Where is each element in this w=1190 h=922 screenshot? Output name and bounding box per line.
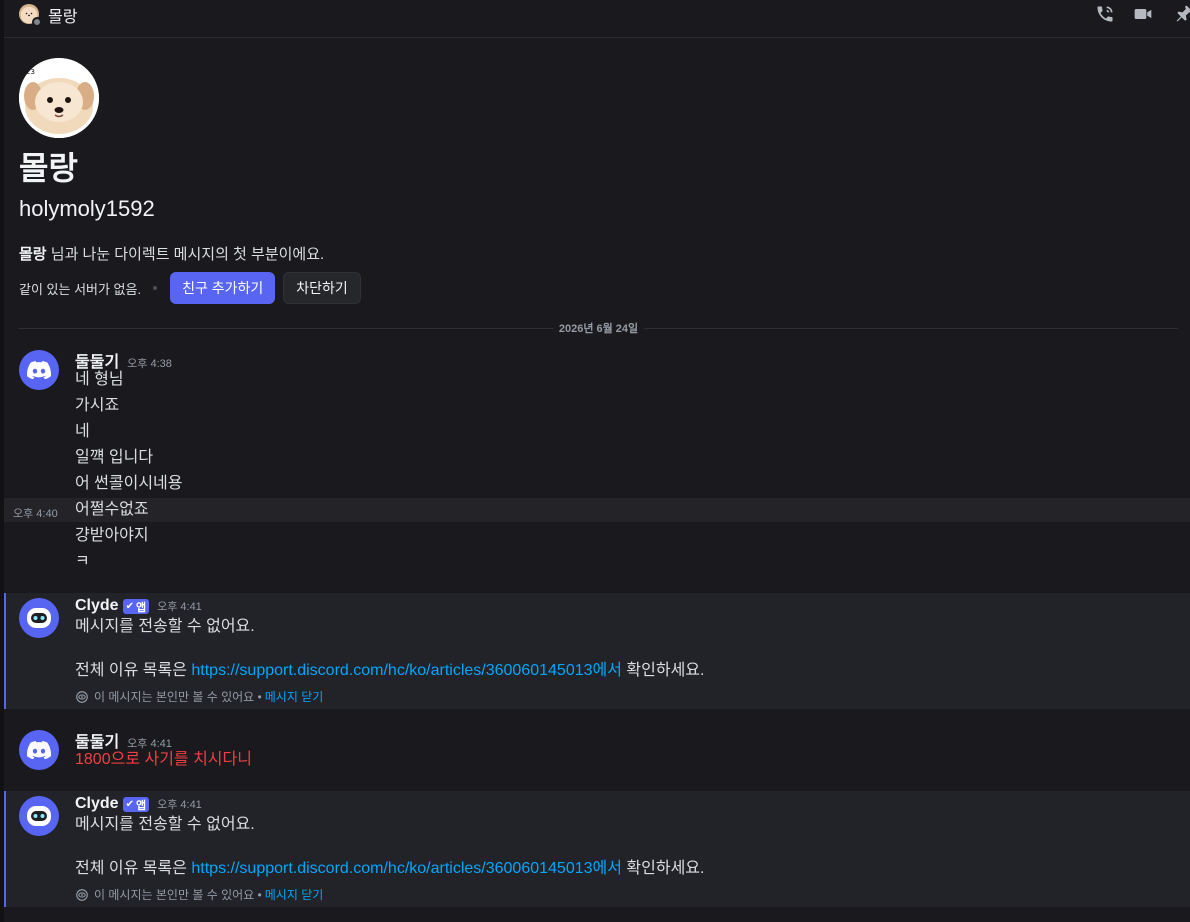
- message-text-with-link: 전체 이유 목록은 https://support.discord.com/hc…: [75, 858, 704, 880]
- app-badge-label: 앱: [135, 799, 147, 812]
- dm-start-text: 님과 나눈 다이렉트 메시지의 첫 부분이에요.: [46, 246, 325, 263]
- date-divider: 2026년 6월 24일: [19, 320, 1178, 336]
- avatar-badge-text: 23: [26, 68, 35, 76]
- separator-dot: [153, 286, 158, 290]
- app-badge: ✔ 앱: [122, 797, 150, 812]
- discord-logo-icon: [27, 361, 51, 379]
- hover-timestamp[interactable]: 오후 4:40: [13, 505, 58, 521]
- offline-status-icon: [32, 17, 42, 27]
- link-suffix: 확인하세요.: [621, 860, 705, 877]
- message-text: ㅋ: [75, 553, 90, 570]
- clyde-avatar[interactable]: [19, 598, 59, 638]
- link-prefix: 전체 이유 목록은: [75, 860, 192, 877]
- phone-call-icon[interactable]: [1094, 4, 1116, 24]
- mutual-servers-text: 같이 있는 서버가 없음.: [19, 281, 142, 297]
- dismiss-message-link[interactable]: 메시지 닫기: [265, 688, 324, 705]
- app-badge-label: 앱: [135, 601, 147, 614]
- message-timestamp[interactable]: 오후 4:38: [127, 355, 172, 371]
- profile-display-name: 몰랑: [19, 150, 78, 186]
- eye-icon: [75, 888, 89, 902]
- discord-logo-icon: [27, 741, 51, 759]
- author-name[interactable]: Clyde: [75, 597, 119, 615]
- dm-start-description: 몰랑 님과 나눈 다이렉트 메시지의 첫 부분이에요.: [19, 243, 324, 264]
- message-text: 걍받아야지: [75, 527, 149, 544]
- dm-start-name: 몰랑: [19, 246, 47, 263]
- message-text: 1800으로 사기를 치시다니: [75, 751, 252, 768]
- clyde-avatar[interactable]: [19, 796, 59, 836]
- message-text: 가시죠: [75, 397, 120, 414]
- user-avatar[interactable]: [19, 350, 59, 390]
- left-rail: [0, 0, 4, 922]
- support-link[interactable]: https://support.discord.com/hc/ko/articl…: [191, 662, 622, 679]
- puppy-avatar-image: 23: [19, 58, 99, 138]
- pin-icon[interactable]: [1174, 4, 1190, 24]
- support-link[interactable]: https://support.discord.com/hc/ko/articl…: [191, 860, 622, 877]
- app-badge: ✔ 앱: [122, 599, 150, 614]
- header-title[interactable]: 몰랑: [48, 3, 77, 27]
- link-suffix: 확인하세요.: [621, 662, 705, 679]
- message-text: 메시지를 전송할 수 없어요.: [75, 816, 255, 833]
- verified-check-icon: ✔: [125, 799, 134, 810]
- verified-check-icon: ✔: [125, 601, 134, 612]
- message-text: 어쩔수없죠: [75, 501, 149, 518]
- message-text: 네 형님: [75, 371, 124, 388]
- clyde-robot-icon: [27, 806, 51, 826]
- profile-avatar[interactable]: 23: [19, 58, 99, 138]
- message-author[interactable]: Clyde ✔ 앱 오후 4:41: [75, 597, 202, 615]
- puppy-face-icon: [25, 12, 33, 17]
- ephemeral-note-text: 이 메시지는 본인만 볼 수 있어요 •: [94, 690, 262, 704]
- channel-header: 몰랑: [4, 0, 1190, 38]
- clyde-robot-icon: [27, 608, 51, 628]
- message-text: 메시지를 전송할 수 없어요.: [75, 618, 255, 635]
- ephemeral-note: 이 메시지는 본인만 볼 수 있어요 • 메시지 닫기: [75, 688, 323, 705]
- video-call-icon[interactable]: [1132, 4, 1154, 24]
- message-timestamp[interactable]: 오후 4:41: [157, 598, 202, 614]
- block-button[interactable]: 차단하기: [283, 272, 361, 304]
- message-text: 일꺡 입니다: [75, 449, 154, 466]
- ephemeral-note: 이 메시지는 본인만 볼 수 있어요 • 메시지 닫기: [75, 886, 323, 903]
- message-text: 네: [75, 423, 90, 440]
- dismiss-message-link[interactable]: 메시지 닫기: [265, 886, 324, 903]
- profile-username: holymoly1592: [19, 196, 155, 221]
- message-text-with-link: 전체 이유 목록은 https://support.discord.com/hc…: [75, 660, 704, 682]
- message-text: 어 썬콜이시네용: [75, 475, 183, 492]
- user-avatar[interactable]: [19, 730, 59, 770]
- author-name[interactable]: Clyde: [75, 795, 119, 813]
- add-friend-button[interactable]: 친구 추가하기: [170, 272, 276, 304]
- intro-actions: 같이 있는 서버가 없음. 친구 추가하기 차단하기: [19, 272, 369, 304]
- message-timestamp[interactable]: 오후 4:41: [157, 796, 202, 812]
- eye-icon: [75, 690, 89, 704]
- hovered-message-row[interactable]: [4, 498, 1190, 522]
- ephemeral-note-text: 이 메시지는 본인만 볼 수 있어요 •: [94, 888, 262, 902]
- message-author[interactable]: Clyde ✔ 앱 오후 4:41: [75, 795, 202, 813]
- header-avatar[interactable]: [19, 4, 42, 27]
- date-divider-label: 2026년 6월 24일: [552, 320, 645, 336]
- link-prefix: 전체 이유 목록은: [75, 662, 192, 679]
